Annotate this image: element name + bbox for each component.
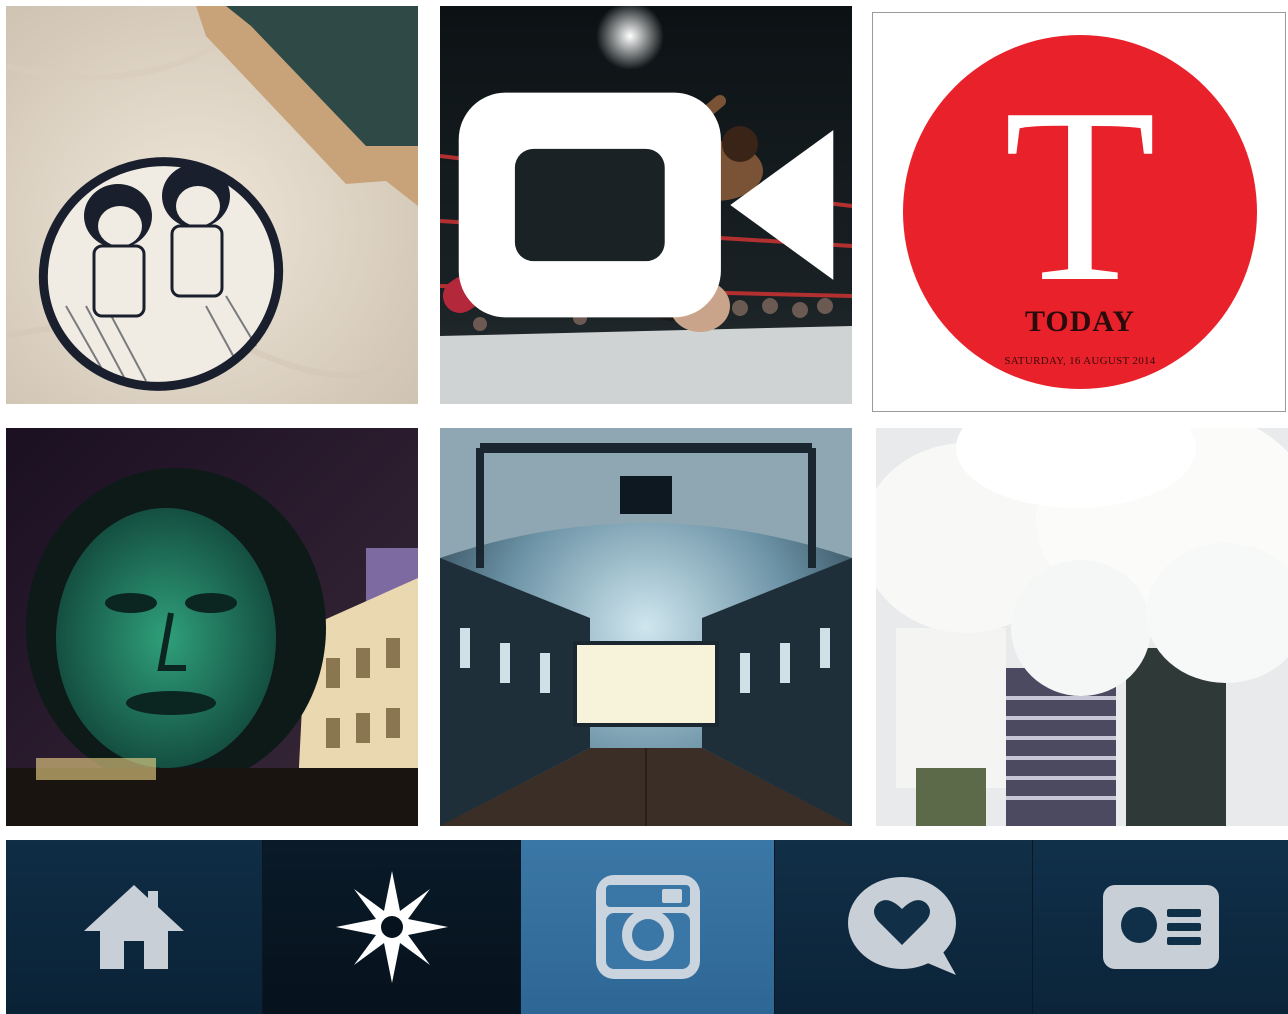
photo-tile-today-logo[interactable]: T TODAY SATURDAY, 16 AUGUST 2014: [872, 12, 1286, 412]
photo-tile-balloons-people[interactable]: [876, 428, 1288, 826]
tab-activity[interactable]: [774, 840, 1032, 1014]
logo-wordmark: TODAY: [1024, 305, 1136, 338]
photo-projection-face: [6, 428, 418, 826]
photo-tile-embroidered-tote[interactable]: [6, 6, 418, 404]
video-camera-icon: [458, 92, 834, 318]
tab-camera[interactable]: [520, 840, 774, 1014]
home-icon: [84, 885, 184, 969]
tab-profile[interactable]: [1032, 840, 1288, 1014]
profile-card-icon: [1102, 885, 1219, 969]
star-compass-icon: [335, 871, 448, 983]
logo-date: SATURDAY, 16 AUGUST 2014: [1004, 355, 1156, 367]
tab-explore[interactable]: [262, 840, 520, 1014]
heart-bubble-icon: [847, 877, 956, 975]
bottom-tab-bar: [6, 840, 1288, 1014]
logo-letter: T: [1003, 57, 1157, 334]
photo-tile-hall-screen[interactable]: [440, 428, 852, 826]
photo-embroidered-tote: [6, 6, 418, 404]
tab-home[interactable]: [6, 840, 262, 1014]
photo-tile-projection-face[interactable]: [6, 428, 418, 826]
today-logo: T TODAY SATURDAY, 16 AUGUST 2014: [903, 35, 1257, 389]
photo-balloons-people: [876, 428, 1288, 826]
instagram-grid-screen: T TODAY SATURDAY, 16 AUGUST 2014: [0, 0, 1288, 1014]
camera-icon: [595, 875, 700, 979]
photo-tile-wrestling-match[interactable]: [440, 6, 852, 404]
photo-hall-screen: [440, 428, 852, 826]
